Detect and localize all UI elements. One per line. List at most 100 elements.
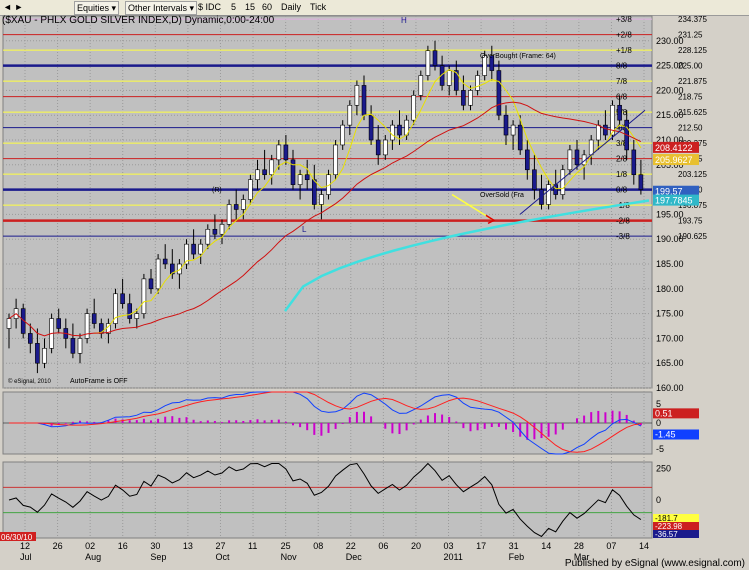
candle-body	[42, 348, 47, 364]
x-tick-label: 08	[313, 541, 323, 551]
candle-body	[27, 333, 33, 344]
price-marker-label: 208.4122	[655, 143, 693, 153]
cci-axis-label: 0	[656, 495, 661, 505]
candle-body	[120, 293, 125, 304]
candle-body	[461, 90, 466, 106]
candle-body	[390, 124, 395, 141]
candle-body	[453, 70, 459, 91]
cci-value-label: -36.57	[655, 530, 678, 539]
candle-body	[574, 149, 580, 166]
candle-body	[354, 85, 360, 106]
candle-body	[276, 144, 282, 161]
candle-body	[141, 278, 147, 314]
murrey-value: 215.625	[678, 108, 707, 117]
murrey-label: 6/8	[616, 93, 628, 102]
r-marker: (R)	[212, 187, 222, 194]
murrey-label: 2/8	[616, 155, 628, 164]
footer-credit: Published by eSignal (www.esignal.com)	[564, 558, 745, 569]
autoframe-annotation: AutoFrame is OFF	[70, 378, 128, 385]
candle-body	[567, 149, 573, 171]
candle-body	[532, 169, 537, 190]
candle-body	[205, 228, 211, 245]
candle-body	[517, 124, 523, 151]
y-tick-label: 175.00	[656, 309, 684, 319]
murrey-label: -3/8	[616, 232, 630, 241]
murrey-value: 225.00	[678, 62, 703, 71]
candle-body	[290, 159, 296, 185]
candle-body	[148, 278, 154, 290]
macd-signal-label: -1.45	[655, 429, 676, 439]
candle-body	[361, 85, 367, 116]
candle-body	[35, 343, 40, 364]
murrey-value: 190.625	[678, 232, 707, 241]
candle-body	[375, 139, 381, 156]
candle-body	[340, 124, 346, 146]
candle-body	[446, 70, 452, 86]
x-tick-label: 27	[215, 541, 225, 551]
x-axis-strip	[0, 540, 749, 556]
candle-body	[212, 228, 218, 235]
candle-body	[134, 313, 140, 319]
x-tick-label: 02	[85, 541, 95, 551]
macd-value-label: 0.51	[655, 408, 673, 418]
x-tick-label: 28	[574, 541, 584, 551]
x-month-label: Dec	[346, 552, 363, 562]
candle-body	[127, 303, 132, 319]
candle-body	[595, 124, 601, 141]
murrey-label: 7/8	[616, 77, 628, 86]
candle-body	[638, 174, 644, 190]
x-tick-label: 30	[150, 541, 160, 551]
y-tick-label: 180.00	[656, 284, 684, 294]
y-tick-label: 165.00	[656, 358, 684, 368]
candle-body	[560, 169, 566, 195]
x-tick-label: 26	[53, 541, 63, 551]
murrey-label: 0/8	[616, 186, 628, 195]
murrey-label: -2/8	[616, 217, 630, 226]
candle-body	[6, 318, 12, 329]
murrey-value: 218.75	[678, 93, 703, 102]
x-month-label: Jul	[20, 552, 32, 562]
x-month-label: Feb	[509, 552, 525, 562]
murrey-value: 203.125	[678, 170, 707, 179]
candle-body	[311, 179, 317, 205]
price-marker-label: 197.7845	[655, 196, 693, 206]
copyright-annotation: © eSignal, 2010	[8, 378, 51, 385]
murrey-label: 1/8	[616, 170, 628, 179]
x-month-label: Nov	[281, 552, 298, 562]
candle-body	[631, 149, 637, 176]
candle-body	[77, 338, 83, 354]
low-label: L	[302, 225, 307, 234]
candle-body	[397, 124, 402, 136]
murrey-label: +3/8	[616, 15, 632, 24]
x-tick-label: 06	[378, 541, 388, 551]
x-tick-label: 20	[411, 541, 421, 551]
candle-body	[56, 318, 62, 329]
candle-body	[603, 124, 608, 136]
candle-body	[319, 194, 324, 205]
candle-body	[468, 90, 473, 106]
x-tick-label: 17	[476, 541, 486, 551]
murrey-value: 193.75	[678, 217, 703, 226]
macd-axis-label: -5	[656, 444, 664, 454]
y-tick-label: 185.00	[656, 259, 684, 269]
y-tick-label: 160.00	[656, 383, 684, 393]
candle-body	[475, 75, 480, 91]
candle-body	[255, 169, 260, 180]
candle-body	[432, 50, 438, 66]
candle-body	[162, 258, 168, 265]
candle-body	[297, 174, 303, 185]
candle-body	[191, 243, 196, 255]
candle-body	[368, 114, 374, 141]
x-month-label: 2011	[444, 552, 463, 562]
candle-body	[91, 313, 97, 324]
x-tick-label: 22	[346, 541, 356, 551]
murrey-value: 228.125	[678, 46, 707, 55]
macd-axis-label: 0	[656, 418, 661, 428]
candle-body	[226, 204, 232, 225]
candle-body	[283, 144, 289, 161]
murrey-value: 231.25	[678, 31, 703, 40]
candle-body	[262, 169, 267, 176]
candle-body	[411, 95, 417, 121]
candle-body	[382, 139, 388, 156]
candle-body	[503, 114, 509, 136]
